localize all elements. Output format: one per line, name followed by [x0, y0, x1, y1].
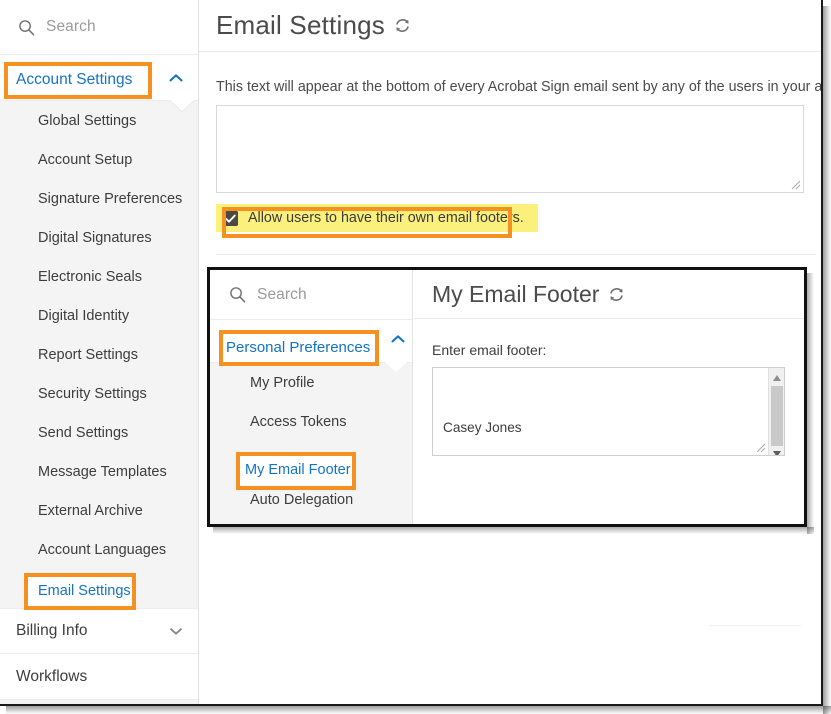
sidebar-item-label: Account Setup: [38, 151, 133, 168]
sidebar-group-billing-info[interactable]: Billing Info: [0, 608, 198, 654]
sidebar-item-security-settings[interactable]: Security Settings: [0, 374, 198, 413]
sidebar-item-send-settings[interactable]: Send Settings: [0, 413, 198, 452]
textarea-vertical-scrollbar[interactable]: [768, 368, 784, 455]
inset-sidebar-item-auto-delegation[interactable]: Auto Delegation: [210, 480, 412, 519]
search-icon: [19, 19, 35, 35]
sidebar-item-signature-preferences[interactable]: Signature Preferences: [0, 179, 198, 218]
inset-personal-preferences-panel: Search Personal Preferences My Profile A…: [207, 267, 807, 527]
window-drop-shadow-right: [823, 6, 831, 714]
footer-line: Casey Jones: [443, 420, 522, 435]
inset-sidebar-item-label: Access Tokens: [250, 413, 347, 430]
page-title: Email Settings: [216, 9, 385, 40]
inset-sidebar-search-placeholder: Search: [257, 285, 307, 303]
sidebar-item-account-setup[interactable]: Account Setup: [0, 140, 198, 179]
sidebar-item-digital-signatures[interactable]: Digital Signatures: [0, 218, 198, 257]
sidebar-item-label: Signature Preferences: [38, 190, 183, 207]
sidebar-item-message-templates[interactable]: Message Templates: [0, 452, 198, 491]
inset-drop-shadow-bottom: [213, 527, 814, 534]
checkbox-checked-icon[interactable]: [223, 210, 238, 226]
inset-sidebar-item-access-tokens[interactable]: Access Tokens: [210, 402, 412, 441]
my-email-footer-value: Casey Jones Railroad man Casey@caseyjone…: [433, 368, 784, 455]
sidebar-item-label: Send Settings: [38, 424, 129, 441]
sidebar-item-report-settings[interactable]: Report Settings: [0, 335, 198, 374]
lower-divider: [709, 625, 801, 626]
inset-sidebar-search[interactable]: Search: [210, 270, 412, 320]
callout-label-email-settings[interactable]: Email Settings: [38, 583, 131, 599]
inset-sidebar: Search Personal Preferences My Profile A…: [210, 270, 413, 524]
sidebar-item-account-languages[interactable]: Account Languages: [0, 530, 198, 569]
sidebar-group-workflows[interactable]: Workflows: [0, 654, 198, 700]
inset-field-label: Enter email footer:: [432, 342, 547, 358]
inset-page-title: My Email Footer: [432, 281, 600, 307]
sidebar: Search Account Settings Global Settings …: [0, 0, 199, 704]
inset-main-content: My Email Footer Enter email footer: Case…: [414, 270, 804, 524]
chevron-up-icon[interactable]: [390, 334, 406, 344]
allow-own-footers-label: Allow users to have their own email foot…: [248, 210, 524, 226]
sidebar-item-digital-identity[interactable]: Digital Identity: [0, 296, 198, 335]
resize-handle-icon[interactable]: [791, 180, 801, 190]
sidebar-group-pointer: [170, 100, 194, 111]
email-footer-helper-text: This text will appear at the bottom of e…: [216, 79, 823, 95]
sidebar-item-label: Electronic Seals: [38, 268, 142, 285]
triangle-down-icon[interactable]: [772, 449, 782, 456]
sidebar-item-external-archive[interactable]: External Archive: [0, 491, 198, 530]
window-drop-shadow-bottom: [6, 706, 831, 714]
inset-sidebar-item-my-profile[interactable]: My Profile: [210, 363, 412, 402]
chevron-up-icon[interactable]: [168, 73, 184, 83]
refresh-icon[interactable]: [394, 17, 411, 34]
sidebar-item-label: Digital Signatures: [38, 229, 152, 246]
inset-sidebar-group-pointer: [385, 362, 407, 372]
sidebar-search[interactable]: Search: [0, 0, 198, 55]
allow-own-footers-row[interactable]: Allow users to have their own email foot…: [216, 204, 538, 232]
resize-handle-icon[interactable]: [756, 443, 766, 453]
sidebar-search-placeholder: Search: [46, 18, 96, 35]
my-email-footer-textarea[interactable]: Casey Jones Railroad man Casey@caseyjone…: [432, 367, 785, 456]
sidebar-item-label: Message Templates: [38, 463, 167, 480]
callout-label-my-email-footer[interactable]: My Email Footer: [245, 462, 351, 478]
scrollbar-thumb[interactable]: [771, 386, 783, 446]
screenshot-root: Search Account Settings Global Settings …: [0, 0, 831, 714]
sidebar-group-label: Billing Info: [16, 622, 88, 639]
sidebar-item-label: Account Languages: [38, 541, 167, 558]
account-email-footer-textarea[interactable]: [216, 105, 804, 193]
sidebar-item-label: Report Settings: [38, 346, 138, 363]
sidebar-group-label: Workflows: [16, 667, 88, 685]
inset-drop-shadow-right: [807, 273, 814, 534]
triangle-up-icon[interactable]: [772, 373, 782, 383]
sidebar-item-global-settings[interactable]: Global Settings: [0, 101, 198, 140]
inset-sidebar-item-label: My Profile: [250, 374, 315, 391]
sidebar-item-label: Digital Identity: [38, 307, 130, 324]
chevron-down-icon[interactable]: [168, 626, 184, 636]
sidebar-item-electronic-seals[interactable]: Electronic Seals: [0, 257, 198, 296]
refresh-icon[interactable]: [608, 286, 625, 303]
inset-page-title-row: My Email Footer: [414, 270, 804, 312]
sidebar-item-label: Global Settings: [38, 112, 137, 129]
sidebar-item-label: External Archive: [38, 502, 143, 519]
page-title-row: Email Settings: [199, 0, 821, 44]
inset-sidebar-item-label: Auto Delegation: [250, 491, 354, 508]
sidebar-item-label: Security Settings: [38, 385, 147, 402]
callout-label-personal-preferences[interactable]: Personal Preferences: [226, 339, 370, 356]
search-icon: [230, 287, 246, 303]
callout-label-account-settings[interactable]: Account Settings: [16, 71, 132, 89]
